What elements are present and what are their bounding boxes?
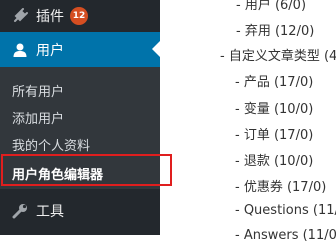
submenu-profile[interactable]: 我的个人资料 xyxy=(12,135,90,154)
taxonomy-list: - 用户 (6/0) - 弃用 (12/0) - 自定义文章类型 (4 - 产品… xyxy=(160,0,336,243)
active-menu-arrow xyxy=(152,41,160,57)
list-item: - 用户 (6/0) xyxy=(236,0,307,13)
list-item: - 变量 (10/0) xyxy=(235,102,314,117)
list-item: - 自定义文章类型 (4 xyxy=(220,49,336,64)
users-submenu: 所有用户 添加用户 我的个人资料 用户角色编辑器 xyxy=(0,67,160,189)
list-item: - Answers (11/0 xyxy=(235,228,336,243)
list-item: - 产品 (17/0) xyxy=(235,75,314,90)
submenu-role-editor[interactable]: 用户角色编辑器 xyxy=(12,164,103,183)
list-item: - Questions (11/0 xyxy=(235,203,336,218)
list-item: - 弃用 (12/0) xyxy=(236,24,315,39)
menu-plugins-label: 插件 xyxy=(36,9,64,25)
admin-sidebar: 插件 12 用户 所有用户 添加用户 我的个人资料 用户角色编辑器 工具 xyxy=(0,0,160,235)
list-item: - 优惠券 (17/0) xyxy=(235,180,327,195)
menu-users-label: 用户 xyxy=(36,42,64,59)
submenu-add-user[interactable]: 添加用户 xyxy=(12,108,64,127)
menu-plugins[interactable]: 插件 12 xyxy=(0,0,160,32)
menu-users[interactable]: 用户 xyxy=(0,32,160,67)
menu-tools[interactable]: 工具 xyxy=(0,194,160,228)
plugin-icon xyxy=(10,6,30,26)
user-icon xyxy=(10,40,30,60)
menu-tools-label: 工具 xyxy=(36,204,64,220)
list-item: - 退款 (10/0) xyxy=(235,154,314,169)
update-count-badge: 12 xyxy=(70,7,88,25)
wrench-icon xyxy=(10,201,30,221)
submenu-all-users[interactable]: 所有用户 xyxy=(12,81,64,100)
list-item: - 订单 (17/0) xyxy=(235,128,314,143)
